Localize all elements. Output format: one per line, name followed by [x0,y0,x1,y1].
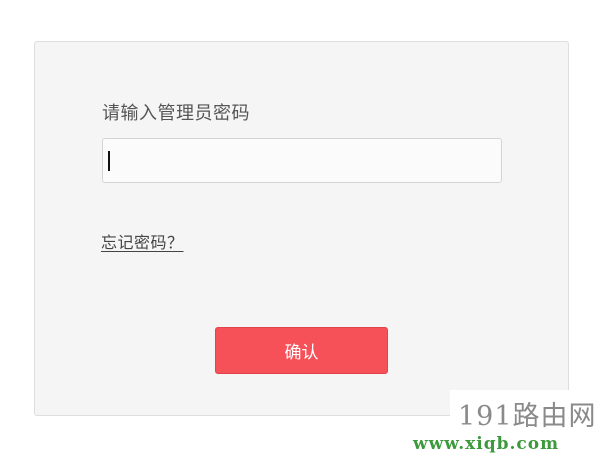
password-prompt-label: 请输入管理员密码 [102,103,250,124]
password-input[interactable] [102,138,502,183]
forgot-password-link[interactable]: 忘记密码？ [101,229,184,253]
text-caret [108,151,110,171]
watermark-url: www.xiqb.com [413,434,560,454]
watermark-title: 191路由网 [458,401,597,432]
confirm-button[interactable]: 确认 [215,327,388,374]
